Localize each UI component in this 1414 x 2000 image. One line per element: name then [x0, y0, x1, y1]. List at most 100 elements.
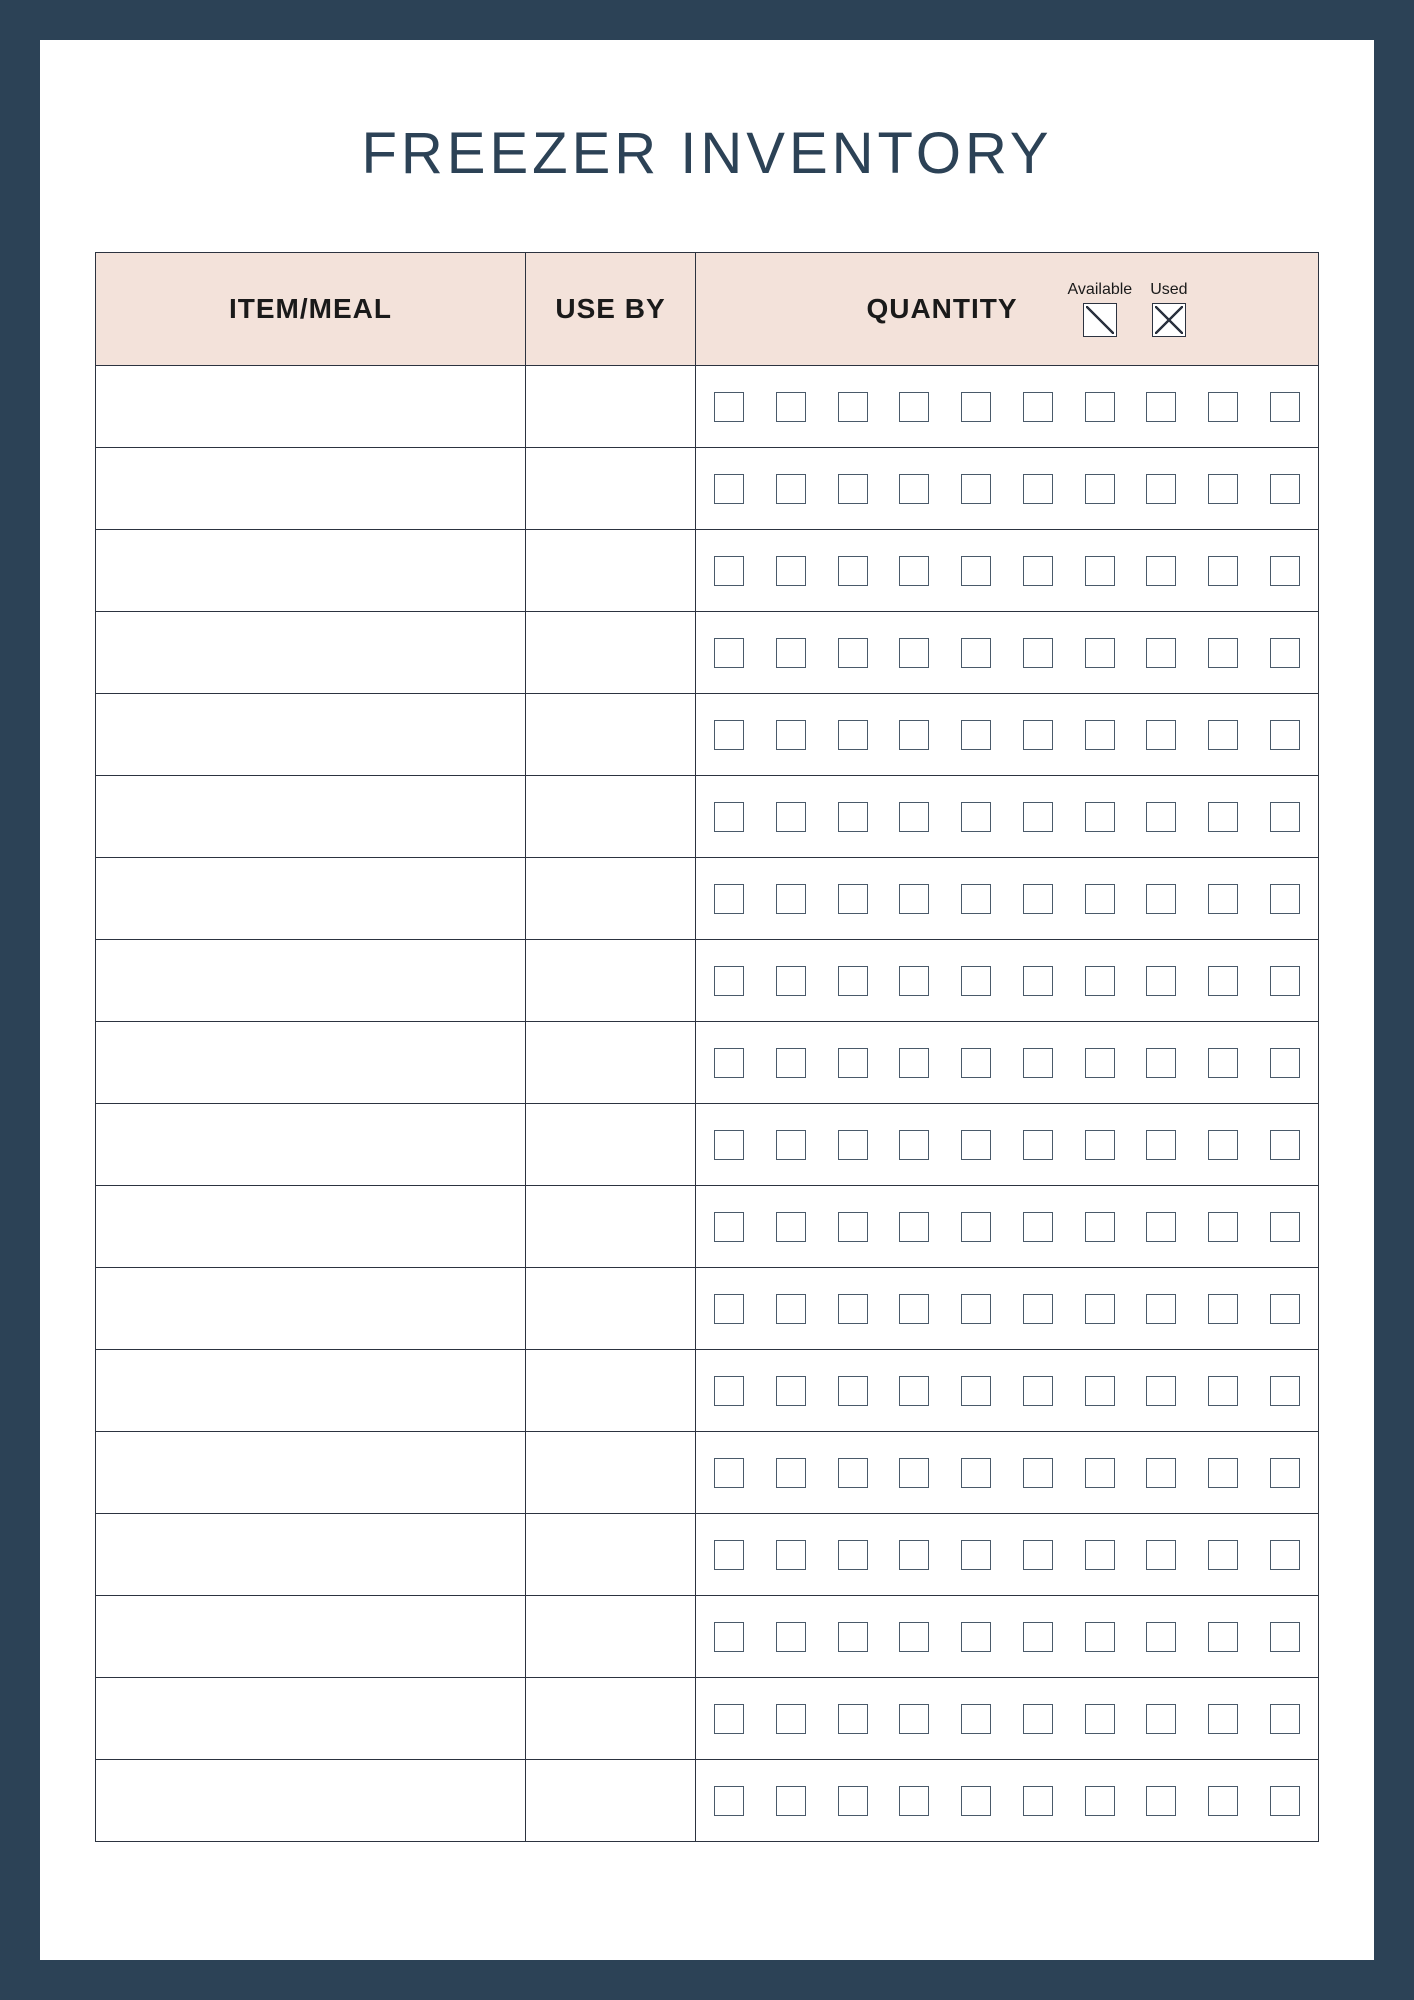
quantity-checkbox[interactable] [1023, 1048, 1053, 1078]
quantity-checkbox[interactable] [1146, 1294, 1176, 1324]
quantity-checkbox[interactable] [1023, 1622, 1053, 1652]
quantity-checkbox[interactable] [1208, 1458, 1238, 1488]
cell-item[interactable] [96, 858, 526, 940]
quantity-checkbox[interactable] [961, 1540, 991, 1570]
quantity-checkbox[interactable] [1270, 392, 1300, 422]
quantity-checkbox[interactable] [776, 884, 806, 914]
quantity-checkbox[interactable] [1208, 1376, 1238, 1406]
quantity-checkbox[interactable] [1146, 638, 1176, 668]
quantity-checkbox[interactable] [1208, 966, 1238, 996]
quantity-checkbox[interactable] [1085, 1622, 1115, 1652]
quantity-checkbox[interactable] [899, 1048, 929, 1078]
quantity-checkbox[interactable] [776, 1048, 806, 1078]
quantity-checkbox[interactable] [1023, 1704, 1053, 1734]
cell-useby[interactable] [526, 1432, 696, 1514]
quantity-checkbox[interactable] [776, 1540, 806, 1570]
cell-useby[interactable] [526, 530, 696, 612]
quantity-checkbox[interactable] [899, 1294, 929, 1324]
quantity-checkbox[interactable] [1208, 1704, 1238, 1734]
cell-useby[interactable] [526, 366, 696, 448]
quantity-checkbox[interactable] [1208, 1294, 1238, 1324]
quantity-checkbox[interactable] [776, 638, 806, 668]
quantity-checkbox[interactable] [838, 1786, 868, 1816]
quantity-checkbox[interactable] [714, 474, 744, 504]
quantity-checkbox[interactable] [838, 1212, 868, 1242]
quantity-checkbox[interactable] [1270, 556, 1300, 586]
quantity-checkbox[interactable] [1146, 720, 1176, 750]
quantity-checkbox[interactable] [1023, 1130, 1053, 1160]
cell-item[interactable] [96, 1596, 526, 1678]
quantity-checkbox[interactable] [1023, 1376, 1053, 1406]
quantity-checkbox[interactable] [1270, 1704, 1300, 1734]
cell-item[interactable] [96, 530, 526, 612]
quantity-checkbox[interactable] [961, 1622, 991, 1652]
quantity-checkbox[interactable] [1023, 392, 1053, 422]
cell-useby[interactable] [526, 1268, 696, 1350]
quantity-checkbox[interactable] [1023, 1786, 1053, 1816]
quantity-checkbox[interactable] [899, 966, 929, 996]
quantity-checkbox[interactable] [1085, 556, 1115, 586]
quantity-checkbox[interactable] [714, 1130, 744, 1160]
cell-item[interactable] [96, 776, 526, 858]
quantity-checkbox[interactable] [961, 1376, 991, 1406]
quantity-checkbox[interactable] [838, 966, 868, 996]
quantity-checkbox[interactable] [714, 638, 744, 668]
quantity-checkbox[interactable] [1146, 966, 1176, 996]
cell-useby[interactable] [526, 1350, 696, 1432]
quantity-checkbox[interactable] [961, 1704, 991, 1734]
quantity-checkbox[interactable] [899, 1212, 929, 1242]
quantity-checkbox[interactable] [1270, 720, 1300, 750]
quantity-checkbox[interactable] [1023, 556, 1053, 586]
cell-item[interactable] [96, 1350, 526, 1432]
quantity-checkbox[interactable] [714, 1048, 744, 1078]
quantity-checkbox[interactable] [1270, 1458, 1300, 1488]
quantity-checkbox[interactable] [1146, 1540, 1176, 1570]
quantity-checkbox[interactable] [714, 1540, 744, 1570]
quantity-checkbox[interactable] [1023, 720, 1053, 750]
quantity-checkbox[interactable] [899, 1786, 929, 1816]
quantity-checkbox[interactable] [961, 802, 991, 832]
quantity-checkbox[interactable] [838, 802, 868, 832]
quantity-checkbox[interactable] [1208, 802, 1238, 832]
quantity-checkbox[interactable] [1146, 1704, 1176, 1734]
quantity-checkbox[interactable] [1085, 1786, 1115, 1816]
quantity-checkbox[interactable] [1085, 1704, 1115, 1734]
quantity-checkbox[interactable] [1085, 720, 1115, 750]
quantity-checkbox[interactable] [1270, 1212, 1300, 1242]
quantity-checkbox[interactable] [838, 720, 868, 750]
quantity-checkbox[interactable] [838, 884, 868, 914]
quantity-checkbox[interactable] [899, 1130, 929, 1160]
quantity-checkbox[interactable] [899, 720, 929, 750]
cell-item[interactable] [96, 694, 526, 776]
quantity-checkbox[interactable] [776, 1130, 806, 1160]
quantity-checkbox[interactable] [776, 1294, 806, 1324]
quantity-checkbox[interactable] [1208, 1212, 1238, 1242]
quantity-checkbox[interactable] [1085, 1212, 1115, 1242]
quantity-checkbox[interactable] [1270, 966, 1300, 996]
quantity-checkbox[interactable] [838, 1622, 868, 1652]
cell-item[interactable] [96, 1186, 526, 1268]
cell-useby[interactable] [526, 1678, 696, 1760]
cell-item[interactable] [96, 1268, 526, 1350]
quantity-checkbox[interactable] [776, 720, 806, 750]
quantity-checkbox[interactable] [1270, 1130, 1300, 1160]
cell-item[interactable] [96, 612, 526, 694]
quantity-checkbox[interactable] [899, 1622, 929, 1652]
quantity-checkbox[interactable] [1208, 720, 1238, 750]
quantity-checkbox[interactable] [1085, 1294, 1115, 1324]
quantity-checkbox[interactable] [1270, 1786, 1300, 1816]
quantity-checkbox[interactable] [714, 720, 744, 750]
quantity-checkbox[interactable] [1208, 474, 1238, 504]
quantity-checkbox[interactable] [1208, 1048, 1238, 1078]
quantity-checkbox[interactable] [1146, 884, 1176, 914]
quantity-checkbox[interactable] [714, 1704, 744, 1734]
quantity-checkbox[interactable] [899, 1376, 929, 1406]
quantity-checkbox[interactable] [1023, 474, 1053, 504]
quantity-checkbox[interactable] [1270, 474, 1300, 504]
quantity-checkbox[interactable] [1085, 1540, 1115, 1570]
quantity-checkbox[interactable] [714, 1786, 744, 1816]
quantity-checkbox[interactable] [1146, 474, 1176, 504]
quantity-checkbox[interactable] [1208, 1786, 1238, 1816]
quantity-checkbox[interactable] [899, 1704, 929, 1734]
quantity-checkbox[interactable] [961, 1458, 991, 1488]
